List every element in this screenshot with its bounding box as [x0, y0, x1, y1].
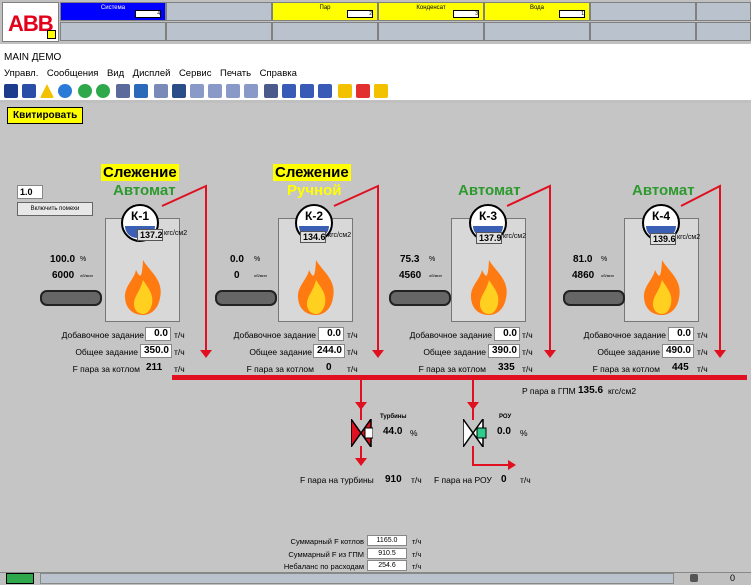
rou-flow-label: F пара на РОУ [434, 475, 492, 485]
turbine-valve-icon[interactable] [351, 419, 373, 447]
summary-value-imbalance: 254.6 [367, 560, 407, 571]
summary-label-imbalance: Небаланс по расходам [283, 562, 364, 571]
header-pressure-label: P пара в ГПМ [522, 386, 576, 396]
steam-piping [161, 184, 747, 470]
rou-valve-value: 0.0 [497, 426, 511, 437]
turbine-flow-label: F пара на турбины [300, 475, 374, 485]
summary-unit-boilers: т/ч [412, 537, 422, 546]
message-line[interactable] [40, 573, 674, 584]
summary-unit-gpm: т/ч [412, 550, 422, 559]
summary-unit-imbalance: т/ч [412, 562, 422, 571]
status-indicator[interactable] [6, 573, 34, 584]
rou-valve-label: РОУ [499, 414, 512, 420]
summary-value-boilers: 1165.0 [367, 535, 407, 546]
alarm-counter: 0 [730, 573, 736, 583]
turbine-valve-unit: % [410, 428, 418, 438]
header-pressure-unit: кгс/см2 [608, 386, 637, 396]
turbine-valve-value: 44.0 [383, 426, 403, 437]
rou-valve-unit: % [520, 428, 528, 438]
turbine-valve-label: Турбины [380, 414, 407, 420]
header-pressure-value: 135.6 [578, 385, 604, 396]
summary-label-boilers: Суммарный F котлов [290, 537, 364, 546]
rou-valve-icon[interactable] [463, 419, 487, 447]
printer-icon[interactable] [690, 574, 698, 582]
summary-label-gpm: Суммарный F из ГПМ [288, 550, 364, 559]
rou-flow-unit: т/ч [520, 475, 531, 485]
summary-value-gpm: 910.5 [367, 548, 407, 559]
turbine-flow-value: 910 [385, 474, 402, 485]
rou-flow-value: 0 [501, 474, 507, 485]
turbine-flow-unit: т/ч [411, 475, 422, 485]
